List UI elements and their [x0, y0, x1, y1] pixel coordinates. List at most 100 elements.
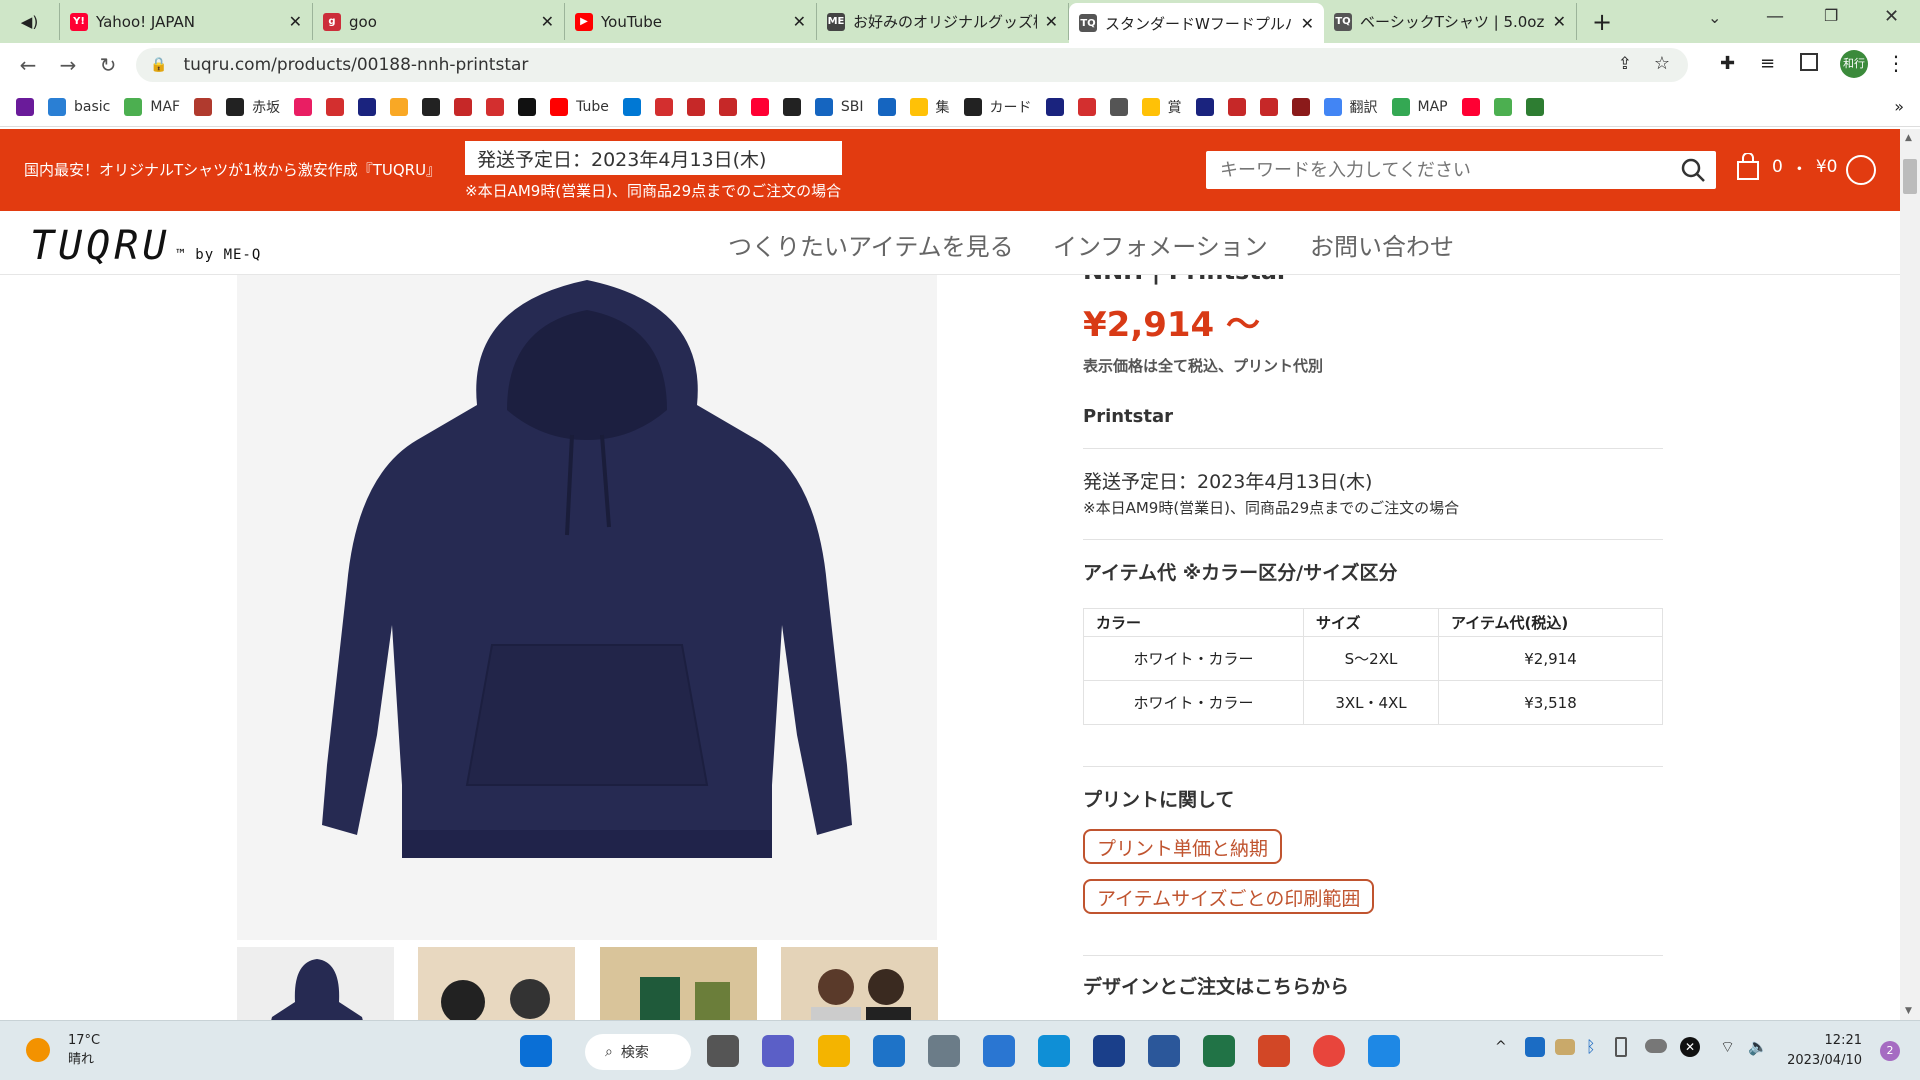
search-icon[interactable] [1680, 157, 1706, 183]
powerpoint-icon[interactable] [1258, 1035, 1290, 1067]
nav-items[interactable]: つくりたいアイテムを見る [728, 227, 1014, 262]
back-icon[interactable]: ← [8, 45, 48, 85]
close-icon[interactable]: ✕ [1045, 12, 1058, 31]
tray-app-icon[interactable] [1555, 1039, 1575, 1055]
address-bar[interactable]: 🔒 tuqru.com/products/00188-nnh-printstar… [136, 48, 1688, 82]
tab-goo[interactable]: g goo ✕ [313, 3, 565, 40]
scroll-up-icon[interactable]: ▲ [1905, 133, 1912, 143]
bookmark-item[interactable] [686, 97, 705, 116]
bookmark-item[interactable] [877, 97, 896, 116]
file-explorer-icon[interactable] [818, 1035, 850, 1067]
page-scrollbar[interactable]: ▲ ▼ [1900, 129, 1920, 1020]
bookmark-item[interactable] [486, 97, 505, 116]
scrollbar-thumb[interactable] [1903, 159, 1917, 194]
bookmark-item[interactable] [1461, 97, 1480, 116]
minimize-icon[interactable]: — [1766, 6, 1784, 27]
bookmark-item[interactable] [1493, 97, 1512, 116]
tab-me-q-search[interactable]: ME お好みのオリジナルグッズ検索 ✕ [817, 3, 1069, 40]
bookmark-item[interactable] [390, 97, 409, 116]
store-icon[interactable] [1093, 1035, 1125, 1067]
start-icon[interactable] [520, 1035, 552, 1067]
notification-badge[interactable]: 2 [1880, 1041, 1900, 1061]
nav-information[interactable]: インフォメーション [1053, 227, 1268, 262]
close-icon[interactable]: ✕ [289, 12, 302, 31]
bookmark-item[interactable] [750, 97, 769, 116]
system-clock[interactable]: 12:21 2023/04/10 [1780, 1031, 1862, 1071]
bookmark-item[interactable]: basic [48, 97, 110, 116]
bookmarks-overflow-icon[interactable]: » [1894, 97, 1904, 116]
close-icon[interactable]: ✕ [793, 12, 806, 31]
word-icon[interactable] [1148, 1035, 1180, 1067]
settings-icon[interactable] [928, 1035, 960, 1067]
photos-icon[interactable] [983, 1035, 1015, 1067]
app-close-icon[interactable]: ✕ [1680, 1037, 1700, 1057]
bookmark-item[interactable]: 翻訳 [1323, 97, 1378, 117]
close-icon[interactable]: ✕ [541, 12, 554, 31]
calendar-icon[interactable] [873, 1035, 905, 1067]
bookmark-item[interactable]: カード [963, 97, 1032, 117]
print-price-link[interactable]: プリント単価と納期 [1083, 829, 1283, 864]
bookmark-item[interactable]: 赤坂 [226, 97, 280, 117]
tab-youtube[interactable]: ▶ YouTube ✕ [565, 3, 817, 40]
bookmark-item[interactable] [782, 97, 801, 116]
bookmark-item[interactable] [1227, 97, 1246, 116]
thumbnail-2[interactable] [418, 947, 575, 1020]
close-icon[interactable]: ✕ [1301, 14, 1314, 33]
bookmark-item[interactable] [1195, 97, 1214, 116]
bookmark-item[interactable] [1259, 97, 1278, 116]
bookmark-item[interactable] [1525, 97, 1544, 116]
defender-icon[interactable] [1525, 1037, 1545, 1057]
search-input[interactable] [1206, 151, 1646, 189]
profile-avatar[interactable]: 和行 [1840, 50, 1868, 78]
edge-icon[interactable] [1038, 1035, 1070, 1067]
tab-hoodie-active[interactable]: TQ スタンダードWフードプルパーカー ✕ [1069, 3, 1324, 43]
bookmark-item[interactable] [194, 97, 213, 116]
bookmark-item[interactable] [422, 97, 441, 116]
close-window-icon[interactable]: ✕ [1884, 6, 1899, 27]
bookmark-item[interactable] [1045, 97, 1064, 116]
excel-icon[interactable] [1203, 1035, 1235, 1067]
chat-icon[interactable] [762, 1035, 794, 1067]
forward-icon[interactable]: → [48, 45, 88, 85]
new-tab-button[interactable]: + [1577, 3, 1627, 40]
media-icon[interactable]: ≡ [1760, 53, 1775, 74]
chevron-up-icon[interactable]: ^ [1495, 1039, 1507, 1055]
nav-contact[interactable]: お問い合わせ [1310, 227, 1454, 262]
bookmark-item[interactable]: 賞 [1141, 97, 1182, 117]
menu-icon[interactable]: ⋮ [1886, 51, 1906, 75]
cart-button[interactable]: 0 ・ ¥0 [1736, 153, 1837, 181]
extensions-icon[interactable]: ✚ [1720, 53, 1735, 74]
chevron-down-icon[interactable]: ⌄ [1708, 8, 1721, 27]
tab-basic-tshirt[interactable]: TQ ベーシックTシャツ | 5.0oz | 0 ✕ [1324, 3, 1577, 40]
bookmark-item[interactable] [294, 97, 313, 116]
taskbar-search[interactable]: ⌕ 検索 [585, 1034, 691, 1070]
reload-icon[interactable]: ↻ [88, 45, 128, 85]
thumbnail-3[interactable] [600, 947, 757, 1020]
onedrive-icon[interactable] [1645, 1039, 1667, 1053]
bookmark-item[interactable] [718, 97, 737, 116]
bookmark-item[interactable] [518, 97, 537, 116]
thumbnail-4[interactable] [781, 947, 938, 1020]
share-icon[interactable]: ⇪ [1618, 54, 1632, 74]
bookmark-item[interactable]: 集 [909, 97, 950, 117]
chrome-icon[interactable] [1313, 1035, 1345, 1067]
task-view-icon[interactable] [707, 1035, 739, 1067]
tab-yahoo[interactable]: Y! Yahoo! JAPAN ✕ [60, 3, 313, 40]
product-main-image[interactable] [237, 275, 937, 940]
print-area-link[interactable]: アイテムサイズごとの印刷範囲 [1083, 879, 1375, 914]
bookmark-item[interactable]: Tube [550, 97, 609, 116]
weather-widget[interactable]: 17°C 晴れ [26, 1033, 100, 1067]
bookmark-item[interactable] [326, 97, 345, 116]
wifi-icon[interactable]: ⌔ [1720, 1037, 1735, 1057]
bookmark-item[interactable]: MAF [124, 97, 180, 116]
bookmark-item[interactable] [16, 97, 34, 116]
bookmark-item[interactable] [358, 97, 377, 116]
volume-icon[interactable]: 🔈 [1748, 1037, 1768, 1056]
bookmark-item[interactable] [1109, 97, 1128, 116]
bookmark-item[interactable] [1291, 97, 1310, 116]
bookmark-item[interactable]: SBI [814, 97, 864, 116]
bookmark-item[interactable] [1077, 97, 1096, 116]
usb-icon[interactable] [1615, 1037, 1627, 1057]
bookmark-item[interactable] [654, 97, 673, 116]
mail-icon[interactable] [1368, 1035, 1400, 1067]
